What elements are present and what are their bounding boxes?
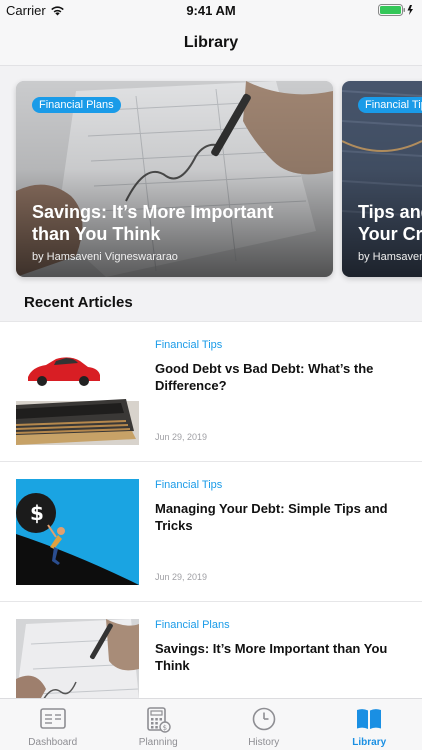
battery-icon (378, 4, 413, 16)
calculator-icon: $ (147, 707, 171, 733)
person-pushing-dollar-ball-image: $ (16, 479, 139, 585)
dashboard-icon (39, 708, 66, 729)
tab-label: Library (352, 737, 387, 748)
article-list[interactable]: Financial Tips Good Debt vs Bad Debt: Wh… (0, 321, 422, 698)
svg-text:$: $ (163, 724, 167, 732)
article-title: Managing Your Debt: Simple Tips and Tric… (155, 501, 388, 533)
tab-dashboard[interactable]: Dashboard (0, 699, 106, 750)
tab-label: History (248, 737, 280, 748)
page-title: Library (183, 34, 239, 51)
tab-history[interactable]: History (211, 699, 317, 750)
card-category-badge: Financial Plans (32, 97, 121, 113)
card-title-line: Your Cr (358, 224, 422, 244)
tab-planning[interactable]: $ Planning (106, 699, 212, 750)
recent-articles-heading: Recent Articles (24, 294, 133, 311)
featured-carousel[interactable]: Financial Plans Savings: It’s More Impor… (0, 66, 422, 288)
tab-label: Planning (138, 737, 178, 748)
article-date: Jun 29, 2019 (155, 572, 208, 582)
article-category: Financial Tips (155, 479, 223, 491)
list-item[interactable]: Financial Plans Savings: It’s More Impor… (0, 601, 422, 698)
list-item[interactable]: $ Financial Tips Managing Your Debt: Sim… (0, 461, 422, 601)
article-category: Financial Plans (155, 619, 230, 631)
list-item[interactable]: Financial Tips Good Debt vs Bad Debt: Wh… (0, 321, 422, 461)
clock-time: 9:41 AM (186, 3, 236, 18)
card-title: Savings: It’s More Important than You Th… (32, 201, 322, 245)
battery-indicator (378, 4, 416, 16)
card-category-badge: Financial Tips (358, 97, 422, 113)
tab-library[interactable]: Library (317, 699, 422, 750)
tab-label: Dashboard (28, 737, 78, 748)
svg-text:$: $ (30, 501, 44, 525)
status-bar: Carrier 9:41 AM (0, 0, 422, 22)
card-author: by Hamsaveni Vigneswararao (32, 251, 178, 263)
article-title: Savings: It’s More Important than You Th… (155, 641, 388, 673)
writing-savings-image (16, 619, 139, 698)
card-author: by Hamsaveni (358, 251, 422, 263)
navigation-bar: Library (0, 22, 422, 66)
featured-card-savings[interactable]: Financial Plans Savings: It’s More Impor… (16, 81, 333, 277)
card-title-line: Tips and (358, 202, 422, 222)
card-title-line: than You Think (32, 224, 161, 244)
clock-icon (252, 707, 276, 731)
card-title: Tips and Your Cr (358, 201, 422, 245)
featured-card-tips[interactable]: Financial Tips Tips and Your Cr by Hamsa… (342, 81, 422, 277)
car-and-wallet-image (16, 339, 139, 445)
article-title: Good Debt vs Bad Debt: What’s the Differ… (155, 361, 374, 393)
book-icon (357, 709, 382, 729)
card-title-line: Savings: It’s More Important (32, 202, 274, 222)
tab-bar: Dashboard $ Planning History Library (0, 698, 422, 750)
article-category: Financial Tips (155, 339, 223, 351)
article-date: Jun 29, 2019 (155, 432, 208, 442)
